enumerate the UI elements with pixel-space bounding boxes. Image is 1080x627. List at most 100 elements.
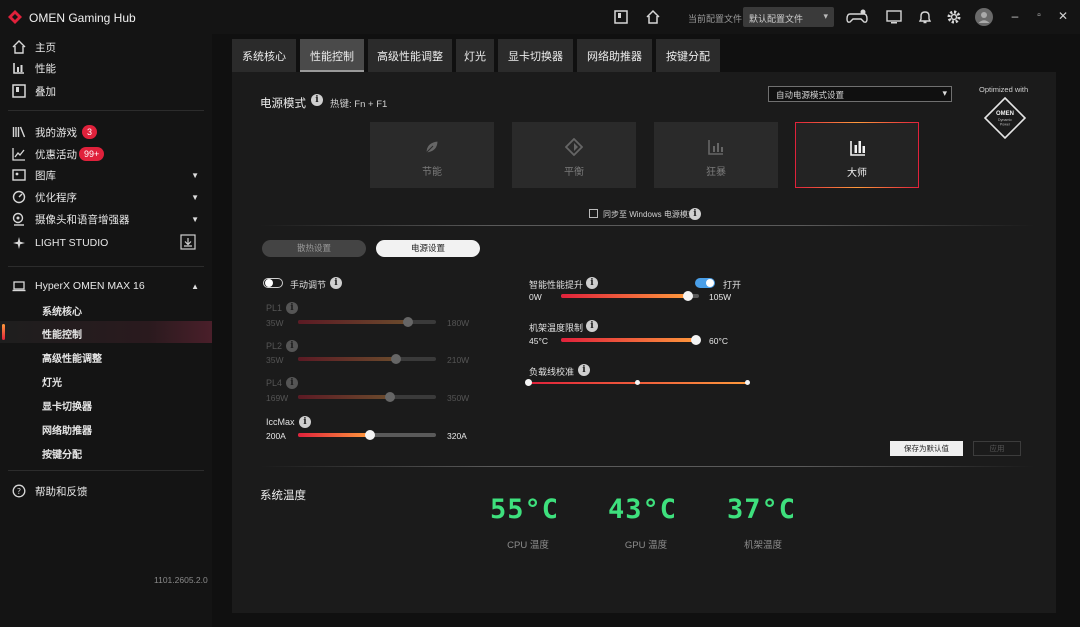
load-line-stop[interactable]	[745, 380, 750, 385]
sidebar-divider	[8, 266, 204, 267]
chevron-down-icon: ▾	[942, 88, 947, 98]
slider-thumb[interactable]	[691, 335, 701, 345]
tab-key-assignment[interactable]: 按键分配	[656, 39, 720, 72]
close-button[interactable]: ✕	[1056, 9, 1070, 23]
camera-voice-icon	[12, 212, 24, 226]
slider-thumb[interactable]	[385, 392, 395, 402]
sidebar-subitem-network-booster[interactable]: 网络助推器	[0, 417, 212, 439]
sidebar-item-overlay[interactable]: 叠加	[0, 81, 212, 101]
iccmax-slider[interactable]	[298, 430, 436, 440]
mode-card-performance[interactable]: 狂暴	[654, 122, 778, 188]
toggle-knob	[265, 279, 273, 287]
avatar[interactable]	[975, 8, 993, 26]
smart-boost-toggle[interactable]	[695, 278, 715, 288]
external-launch-icon[interactable]	[180, 234, 196, 250]
info-icon[interactable]: i	[286, 302, 298, 314]
section-divider	[260, 225, 1034, 226]
tab-network-booster[interactable]: 网络助推器	[577, 39, 652, 72]
tab-performance-control[interactable]: 性能控制	[300, 39, 364, 72]
sidebar-item-home[interactable]: 主页	[0, 37, 212, 57]
pl4-slider[interactable]	[298, 392, 436, 402]
power-mode-dropdown[interactable]: 自动电源模式设置 ▾	[768, 86, 952, 102]
info-icon[interactable]: i	[286, 340, 298, 352]
sidebar-item-light-studio[interactable]: LIGHT STUDIO	[0, 233, 212, 253]
sidebar-subitem-advanced-tuning[interactable]: 高级性能调整	[0, 345, 212, 367]
info-icon[interactable]: i	[286, 377, 298, 389]
deals-chart-icon	[12, 148, 25, 161]
tab-lighting[interactable]: 灯光	[456, 39, 494, 72]
deals-count-badge: 99+	[79, 147, 105, 161]
gamepad-icon[interactable]	[846, 9, 868, 25]
hotkey-hint: 热键: Fn + F1	[330, 99, 388, 110]
tab-advanced-tuning[interactable]: 高级性能调整	[368, 39, 452, 72]
maximize-button[interactable]: ▫	[1032, 9, 1046, 23]
home-icon	[12, 40, 26, 54]
window-pin-icon[interactable]	[613, 9, 629, 25]
sidebar-item-deals[interactable]: 优惠活动 99+	[0, 144, 212, 164]
sidebar-subitem-lighting[interactable]: 灯光	[0, 369, 212, 391]
info-icon[interactable]: i	[311, 94, 323, 106]
slider-thumb[interactable]	[403, 317, 413, 327]
thermal-settings-tab[interactable]: 散热设置	[262, 240, 366, 257]
sidebar-subitem-gpu-switcher[interactable]: 显卡切换器	[0, 393, 212, 415]
smart-boost-slider[interactable]	[561, 291, 699, 301]
mode-label: 平衡	[564, 167, 584, 178]
minimize-button[interactable]: –	[1008, 9, 1022, 23]
mode-label: 大师	[847, 168, 867, 179]
info-icon[interactable]: i	[330, 277, 342, 289]
load-line-stop[interactable]	[635, 380, 640, 385]
mode-card-balanced[interactable]: 平衡	[512, 122, 636, 188]
sidebar-subitem-performance-control[interactable]: 性能控制	[0, 321, 212, 343]
sidebar-item-help[interactable]: ? 帮助和反馈	[0, 481, 212, 501]
bell-icon[interactable]	[917, 9, 933, 25]
slider-thumb[interactable]	[391, 354, 401, 364]
sidebar-subitem-system-core[interactable]: 系统核心	[0, 298, 212, 320]
load-line-slider[interactable]	[525, 379, 750, 386]
monitor-icon[interactable]	[886, 9, 902, 25]
chevron-down-icon: ▼	[191, 192, 199, 202]
gear-icon[interactable]	[946, 9, 962, 25]
pl2-slider[interactable]	[298, 354, 436, 364]
slider-fill	[298, 320, 408, 324]
app-version: 1101.2605.2.0	[154, 575, 208, 585]
sidebar-item-label: 叠加	[35, 85, 56, 98]
sidebar-item-performance[interactable]: 性能	[0, 58, 212, 78]
slider-thumb[interactable]	[365, 430, 375, 440]
home-icon[interactable]	[645, 9, 661, 25]
mode-card-master[interactable]: 大师	[795, 122, 919, 188]
svg-text:Dynamic: Dynamic	[998, 118, 1012, 122]
sidebar-item-gallery[interactable]: 图库 ▼	[0, 165, 212, 185]
pl1-slider[interactable]	[298, 317, 436, 327]
mode-card-eco[interactable]: 节能	[370, 122, 494, 188]
sidebar-item-label: 帮助和反馈	[35, 485, 88, 498]
info-icon[interactable]: i	[586, 277, 598, 289]
load-line-thumb[interactable]	[525, 379, 532, 386]
info-icon[interactable]: i	[586, 320, 598, 332]
sidebar-subitem-key-assignment[interactable]: 按键分配	[0, 441, 212, 463]
manual-adjust-toggle[interactable]	[263, 278, 283, 288]
slider-thumb[interactable]	[683, 291, 693, 301]
info-icon[interactable]: i	[689, 208, 701, 220]
sidebar: 主页 性能 叠加 我的游戏 3 优惠活动 99+ 图库 ▼ 优化程序 ▼ 摄像头…	[0, 34, 212, 627]
sync-windows-checkbox[interactable]	[589, 209, 598, 218]
chassis-temp-slider[interactable]	[561, 335, 701, 345]
app-title: OMEN Gaming Hub	[29, 11, 136, 25]
help-icon: ?	[12, 484, 26, 498]
sidebar-item-optimizer[interactable]: 优化程序 ▼	[0, 187, 212, 207]
power-settings-tab[interactable]: 电源设置	[376, 240, 480, 257]
apply-button[interactable]: 应用	[973, 441, 1021, 456]
sidebar-item-my-games[interactable]: 我的游戏 3	[0, 122, 212, 142]
profile-select[interactable]: 默认配置文件 ▾	[743, 7, 834, 27]
tab-gpu-switcher[interactable]: 显卡切换器	[498, 39, 573, 72]
tab-system-core[interactable]: 系统核心	[232, 39, 296, 72]
save-default-button[interactable]: 保存为默认值	[890, 441, 963, 456]
info-icon[interactable]: i	[578, 364, 590, 376]
title-bar: OMEN Gaming Hub 当前配置文件 默认配置文件 ▾ – ▫ ✕	[0, 0, 1080, 34]
sidebar-item-device[interactable]: HyperX OMEN MAX 16 ▲	[0, 276, 212, 296]
chevron-down-icon: ▾	[823, 11, 828, 21]
manual-adjust-label: 手动调节	[290, 280, 327, 290]
light-studio-icon	[13, 237, 25, 249]
sidebar-item-camera-voice[interactable]: 摄像头和语音增强器 ▼	[0, 209, 212, 229]
info-icon[interactable]: i	[299, 416, 311, 428]
master-bars-icon	[850, 141, 865, 156]
